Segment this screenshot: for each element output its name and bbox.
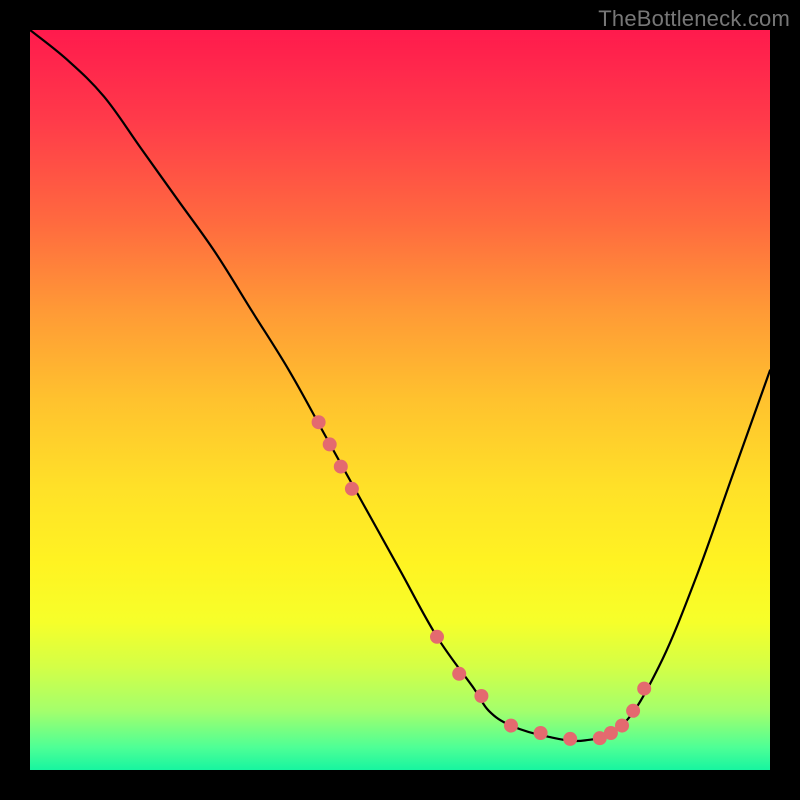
- marker-point: [474, 689, 488, 703]
- marker-point: [637, 682, 651, 696]
- chart-svg: [30, 30, 770, 770]
- marker-point: [452, 667, 466, 681]
- marker-group: [312, 415, 652, 746]
- watermark-text: TheBottleneck.com: [598, 6, 790, 32]
- plot-area: [30, 30, 770, 770]
- marker-point: [334, 460, 348, 474]
- marker-point: [626, 704, 640, 718]
- marker-point: [345, 482, 359, 496]
- marker-point: [563, 732, 577, 746]
- marker-point: [312, 415, 326, 429]
- marker-point: [534, 726, 548, 740]
- marker-point: [430, 630, 444, 644]
- marker-point: [504, 719, 518, 733]
- chart-frame: TheBottleneck.com: [0, 0, 800, 800]
- marker-point: [323, 437, 337, 451]
- marker-point: [615, 719, 629, 733]
- bottleneck-curve: [30, 30, 770, 741]
